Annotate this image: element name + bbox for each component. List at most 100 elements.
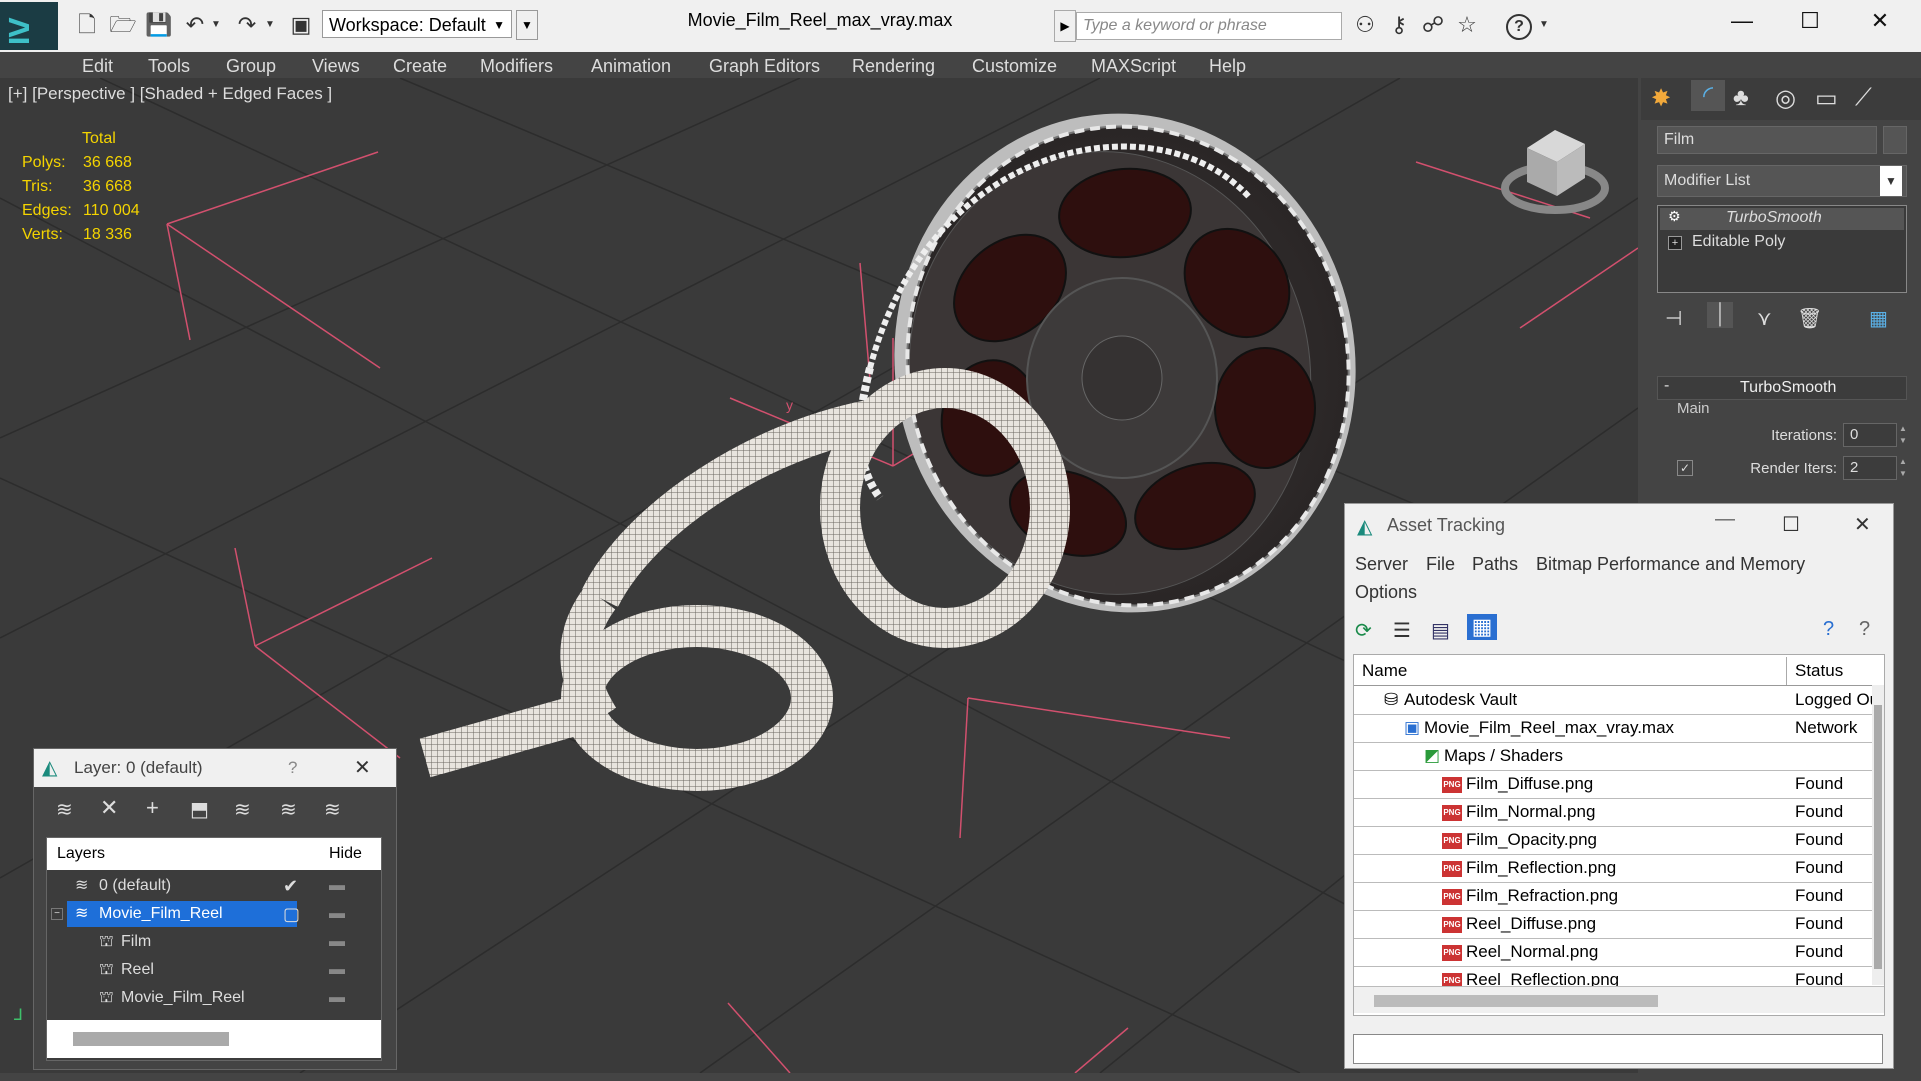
redo-icon[interactable]: ↷ <box>232 10 262 40</box>
modifier-list-dropdown[interactable]: Modifier List ▼ <box>1657 165 1907 197</box>
scrollbar-thumb[interactable] <box>1874 705 1882 969</box>
menu-tools[interactable]: Tools <box>148 52 190 80</box>
minimize-icon[interactable]: — <box>1712 4 1772 38</box>
menu-create[interactable]: Create <box>393 52 447 80</box>
add-to-layer-icon[interactable]: + <box>146 795 159 821</box>
maximize-icon[interactable]: ☐ <box>1780 4 1840 38</box>
select-objects-icon[interactable]: ⬒ <box>190 797 209 822</box>
film-reel-mesh[interactable] <box>855 78 1395 649</box>
render-iters-checkbox[interactable]: ✓ <box>1677 460 1693 476</box>
menu-modifiers[interactable]: Modifiers <box>480 52 553 80</box>
make-active-layer-icon[interactable]: ▢ <box>283 900 300 928</box>
search-expand-icon[interactable]: ▶ <box>1054 10 1076 42</box>
favorites-star-icon[interactable]: ☆ <box>1452 10 1482 40</box>
hide-toggle[interactable]: ▬ <box>329 984 345 1012</box>
remove-modifier-icon[interactable]: 🗑 <box>1797 306 1822 331</box>
table-row[interactable]: PNG Film_Refraction.png Found <box>1354 882 1884 911</box>
spinner-arrows-icon[interactable]: ▲ ▼ <box>1899 456 1907 480</box>
viewport-label[interactable]: [+] [Perspective ] [Shaded + Edged Faces… <box>8 84 332 104</box>
stack-item-editable-poly[interactable]: + Editable Poly <box>1660 232 1904 254</box>
collapse-minus-icon[interactable]: − <box>51 908 63 920</box>
menu-graph-editors[interactable]: Graph Editors <box>709 52 820 80</box>
render-iters-spinner[interactable]: 2 <box>1843 456 1897 480</box>
table-row[interactable]: PNG Reel_Diffuse.png Found <box>1354 910 1884 939</box>
menu-file[interactable]: File <box>1426 554 1455 575</box>
key-icon[interactable]: ⚷ <box>1384 10 1414 40</box>
hierarchy-tab-icon[interactable]: ♣ <box>1733 84 1749 112</box>
asset-path-field[interactable] <box>1353 1034 1883 1064</box>
table-row[interactable]: ▣ Movie_Film_Reel_max_vray.max Network <box>1354 714 1884 743</box>
close-icon[interactable]: ✕ <box>1854 512 1871 537</box>
menu-customize[interactable]: Customize <box>972 52 1057 80</box>
vault-help-icon[interactable]: ? <box>1823 618 1834 641</box>
table-row[interactable]: ⛁ Autodesk Vault Logged Out <box>1354 686 1884 715</box>
menu-paths[interactable]: Paths <box>1472 554 1518 575</box>
help-icon[interactable]: ? <box>288 758 297 778</box>
menu-rendering[interactable]: Rendering <box>852 52 935 80</box>
menu-views[interactable]: Views <box>312 52 360 80</box>
stack-item-turbosmooth[interactable]: ⚙ TurboSmooth <box>1660 208 1904 230</box>
help-dropdown-icon[interactable]: ▼ <box>1538 10 1550 40</box>
hide-all-icon[interactable]: ≋ <box>280 797 297 822</box>
layer-row-film[interactable]: ⛫ Film ▬ <box>47 928 381 956</box>
menu-options[interactable]: Options <box>1355 582 1417 603</box>
object-color-swatch[interactable] <box>1883 126 1907 154</box>
app-logo[interactable]: ≥ <box>0 2 58 52</box>
create-tab-icon[interactable]: ✸ <box>1651 84 1671 113</box>
menu-bitmap-performance[interactable]: Bitmap Performance and Memory <box>1536 554 1805 575</box>
column-header-status[interactable]: Status <box>1786 657 1875 685</box>
vault-settings-icon[interactable]: ? <box>1859 618 1870 641</box>
table-row[interactable]: PNG Reel_Normal.png Found <box>1354 938 1884 967</box>
layer-row-movie-film-reel-object[interactable]: ⛫ Movie_Film_Reel ▬ <box>47 984 381 1012</box>
active-layer-check-icon[interactable]: ✔ <box>283 872 298 900</box>
object-name-field[interactable]: Film <box>1657 126 1877 154</box>
iterations-spinner[interactable]: 0 <box>1843 423 1897 447</box>
utilities-tab-icon[interactable]: ⟋ <box>1855 84 1872 112</box>
configure-modifier-sets-icon[interactable]: ▦ <box>1869 306 1888 331</box>
table-row[interactable]: PNG Film_Diffuse.png Found <box>1354 770 1884 799</box>
turbosmooth-rollout-header[interactable]: - TurboSmooth <box>1657 376 1907 400</box>
workspace-more-icon[interactable]: ▼ <box>516 10 538 40</box>
open-file-icon[interactable]: 🗁 <box>108 10 138 40</box>
motion-tab-icon[interactable]: ◎ <box>1775 84 1796 113</box>
expand-plus-icon[interactable]: + <box>1668 236 1682 250</box>
hide-toggle[interactable]: ▬ <box>329 900 345 928</box>
list-view-icon[interactable]: ☰ <box>1393 618 1411 643</box>
help-icon[interactable]: ? <box>1506 14 1532 40</box>
table-row[interactable]: PNG Reel_Reflection.png Found <box>1354 966 1884 987</box>
menu-server[interactable]: Server <box>1355 554 1408 575</box>
pin-stack-icon[interactable]: ⊣ <box>1665 306 1682 331</box>
close-icon[interactable]: ✕ <box>1850 4 1910 38</box>
minimize-icon[interactable]: — <box>1715 508 1735 531</box>
vertical-scrollbar[interactable] <box>1872 685 1884 985</box>
freeze-all-icon[interactable]: ≋ <box>324 797 341 822</box>
new-layer-icon[interactable]: ≋ <box>56 797 73 822</box>
hide-toggle[interactable]: ▬ <box>329 928 345 956</box>
column-header-name[interactable]: Name <box>1362 657 1407 685</box>
search-input[interactable]: Type a keyword or phrase <box>1076 12 1342 40</box>
redo-dropdown-icon[interactable]: ▼ <box>262 10 278 40</box>
save-icon[interactable]: 💾 <box>144 10 174 40</box>
column-header-hide[interactable]: Hide <box>329 845 362 863</box>
binoculars-icon[interactable]: ⚇ <box>1350 10 1380 40</box>
workspace-dropdown[interactable]: Workspace: Default ▼ <box>322 10 512 38</box>
undo-dropdown-icon[interactable]: ▼ <box>208 10 224 40</box>
maximize-icon[interactable]: ☐ <box>1782 512 1800 537</box>
column-header-layers[interactable]: Layers <box>57 845 105 863</box>
scrollbar-thumb[interactable] <box>1374 995 1658 1007</box>
horizontal-scrollbar[interactable] <box>47 1020 381 1058</box>
table-row[interactable]: PNG Film_Normal.png Found <box>1354 798 1884 827</box>
scrollbar-thumb[interactable] <box>73 1032 229 1046</box>
spinner-arrows-icon[interactable]: ▲ ▼ <box>1899 423 1907 447</box>
menu-group[interactable]: Group <box>226 52 276 80</box>
horizontal-scrollbar[interactable] <box>1354 987 1884 1013</box>
menu-maxscript[interactable]: MAXScript <box>1091 52 1176 80</box>
menu-edit[interactable]: Edit <box>82 52 113 80</box>
refresh-icon[interactable]: ⟳ <box>1355 618 1372 643</box>
sign-in-icon[interactable]: ☍ <box>1418 10 1448 40</box>
delete-layer-icon[interactable]: ✕ <box>100 795 118 821</box>
layer-row-movie-film-reel[interactable]: − ≋ Movie_Film_Reel ▢ ▬ <box>47 900 381 928</box>
modify-tab-icon[interactable]: ◜ <box>1691 80 1725 111</box>
lightbulb-icon[interactable]: ⚙ <box>1668 208 1681 225</box>
layer-row-reel[interactable]: ⛫ Reel ▬ <box>47 956 381 984</box>
